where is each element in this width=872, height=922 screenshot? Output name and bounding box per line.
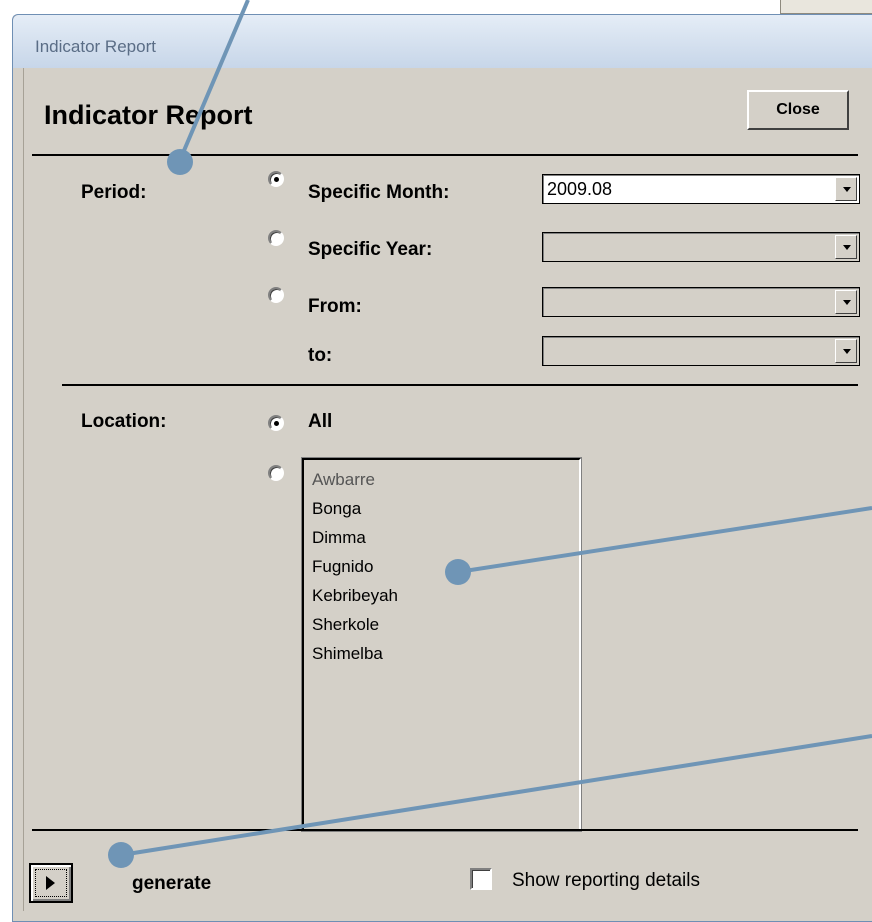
title-bar: Indicator Report — [13, 15, 872, 68]
list-item-location[interactable]: Sherkole — [312, 610, 579, 639]
list-item-location[interactable]: Shimelba — [312, 639, 579, 668]
focus-rectangle — [35, 869, 67, 897]
to-select[interactable] — [542, 336, 860, 366]
list-item-location[interactable]: Bonga — [312, 494, 579, 523]
chevron-down-icon[interactable] — [835, 235, 857, 259]
from-label: From: — [308, 296, 362, 317]
radio-location-all[interactable] — [268, 415, 284, 431]
show-details-label[interactable]: Show reporting details — [512, 870, 700, 892]
radio-selected-dot — [274, 421, 279, 426]
close-button[interactable]: Close — [747, 90, 849, 130]
specific-month-label: Specific Month: — [308, 182, 450, 203]
period-label: Period: — [81, 182, 147, 203]
chevron-down-icon[interactable] — [835, 339, 857, 363]
from-select[interactable] — [542, 287, 860, 317]
specific-month-select[interactable]: 2009.08 — [542, 174, 860, 204]
location-listbox[interactable]: Awbarre Bonga Dimma Fugnido Kebribeyah S… — [301, 457, 582, 832]
divider-middle — [62, 384, 858, 386]
specific-year-select[interactable] — [542, 232, 860, 262]
generate-label: generate — [132, 873, 212, 894]
page-title: Indicator Report — [44, 100, 253, 130]
list-item-location[interactable]: Dimma — [312, 523, 579, 552]
specific-month-value: 2009.08 — [547, 179, 613, 199]
radio-selected-dot — [274, 177, 279, 182]
radio-from[interactable] — [268, 287, 284, 303]
list-item-location[interactable]: Fugnido — [312, 552, 579, 581]
radio-specific-year[interactable] — [268, 230, 284, 246]
generate-button[interactable] — [29, 863, 73, 903]
location-label: Location: — [81, 411, 167, 432]
radio-location-list[interactable] — [268, 465, 284, 481]
chevron-down-icon[interactable] — [835, 177, 857, 201]
background-window-button — [780, 0, 872, 14]
form-body: Indicator Report Close Period: Specific … — [23, 68, 872, 911]
chevron-down-icon[interactable] — [835, 290, 857, 314]
indicator-report-window: Indicator Report Indicator Report Close … — [12, 14, 872, 922]
specific-year-label: Specific Year: — [308, 239, 433, 260]
radio-specific-month[interactable] — [268, 171, 284, 187]
list-item-location[interactable]: Awbarre — [312, 465, 579, 494]
list-item-location[interactable]: Kebribeyah — [312, 581, 579, 610]
window-title: Indicator Report — [35, 37, 156, 56]
show-details-checkbox[interactable] — [470, 868, 492, 890]
to-label: to: — [308, 345, 333, 366]
divider-bottom — [32, 829, 858, 831]
divider-top — [32, 154, 858, 156]
location-all-label: All — [308, 411, 333, 432]
